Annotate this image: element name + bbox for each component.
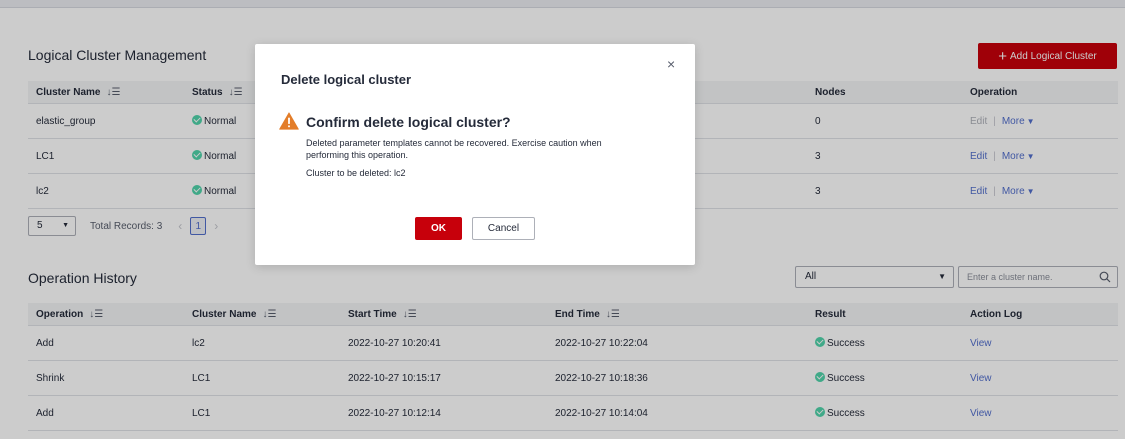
dialog-title: Delete logical cluster	[281, 72, 412, 87]
cancel-button[interactable]: Cancel	[472, 217, 535, 240]
cluster-to-delete: Cluster to be deleted: lc2	[306, 168, 406, 178]
confirm-heading: Confirm delete logical cluster?	[306, 114, 511, 130]
ok-button[interactable]: OK	[415, 217, 462, 240]
close-icon[interactable]: ×	[667, 56, 675, 72]
warning-icon	[279, 112, 299, 130]
delete-cluster-dialog: Delete logical cluster × Confirm delete …	[255, 44, 695, 265]
dialog-description: Deleted parameter templates cannot be re…	[306, 138, 602, 160]
